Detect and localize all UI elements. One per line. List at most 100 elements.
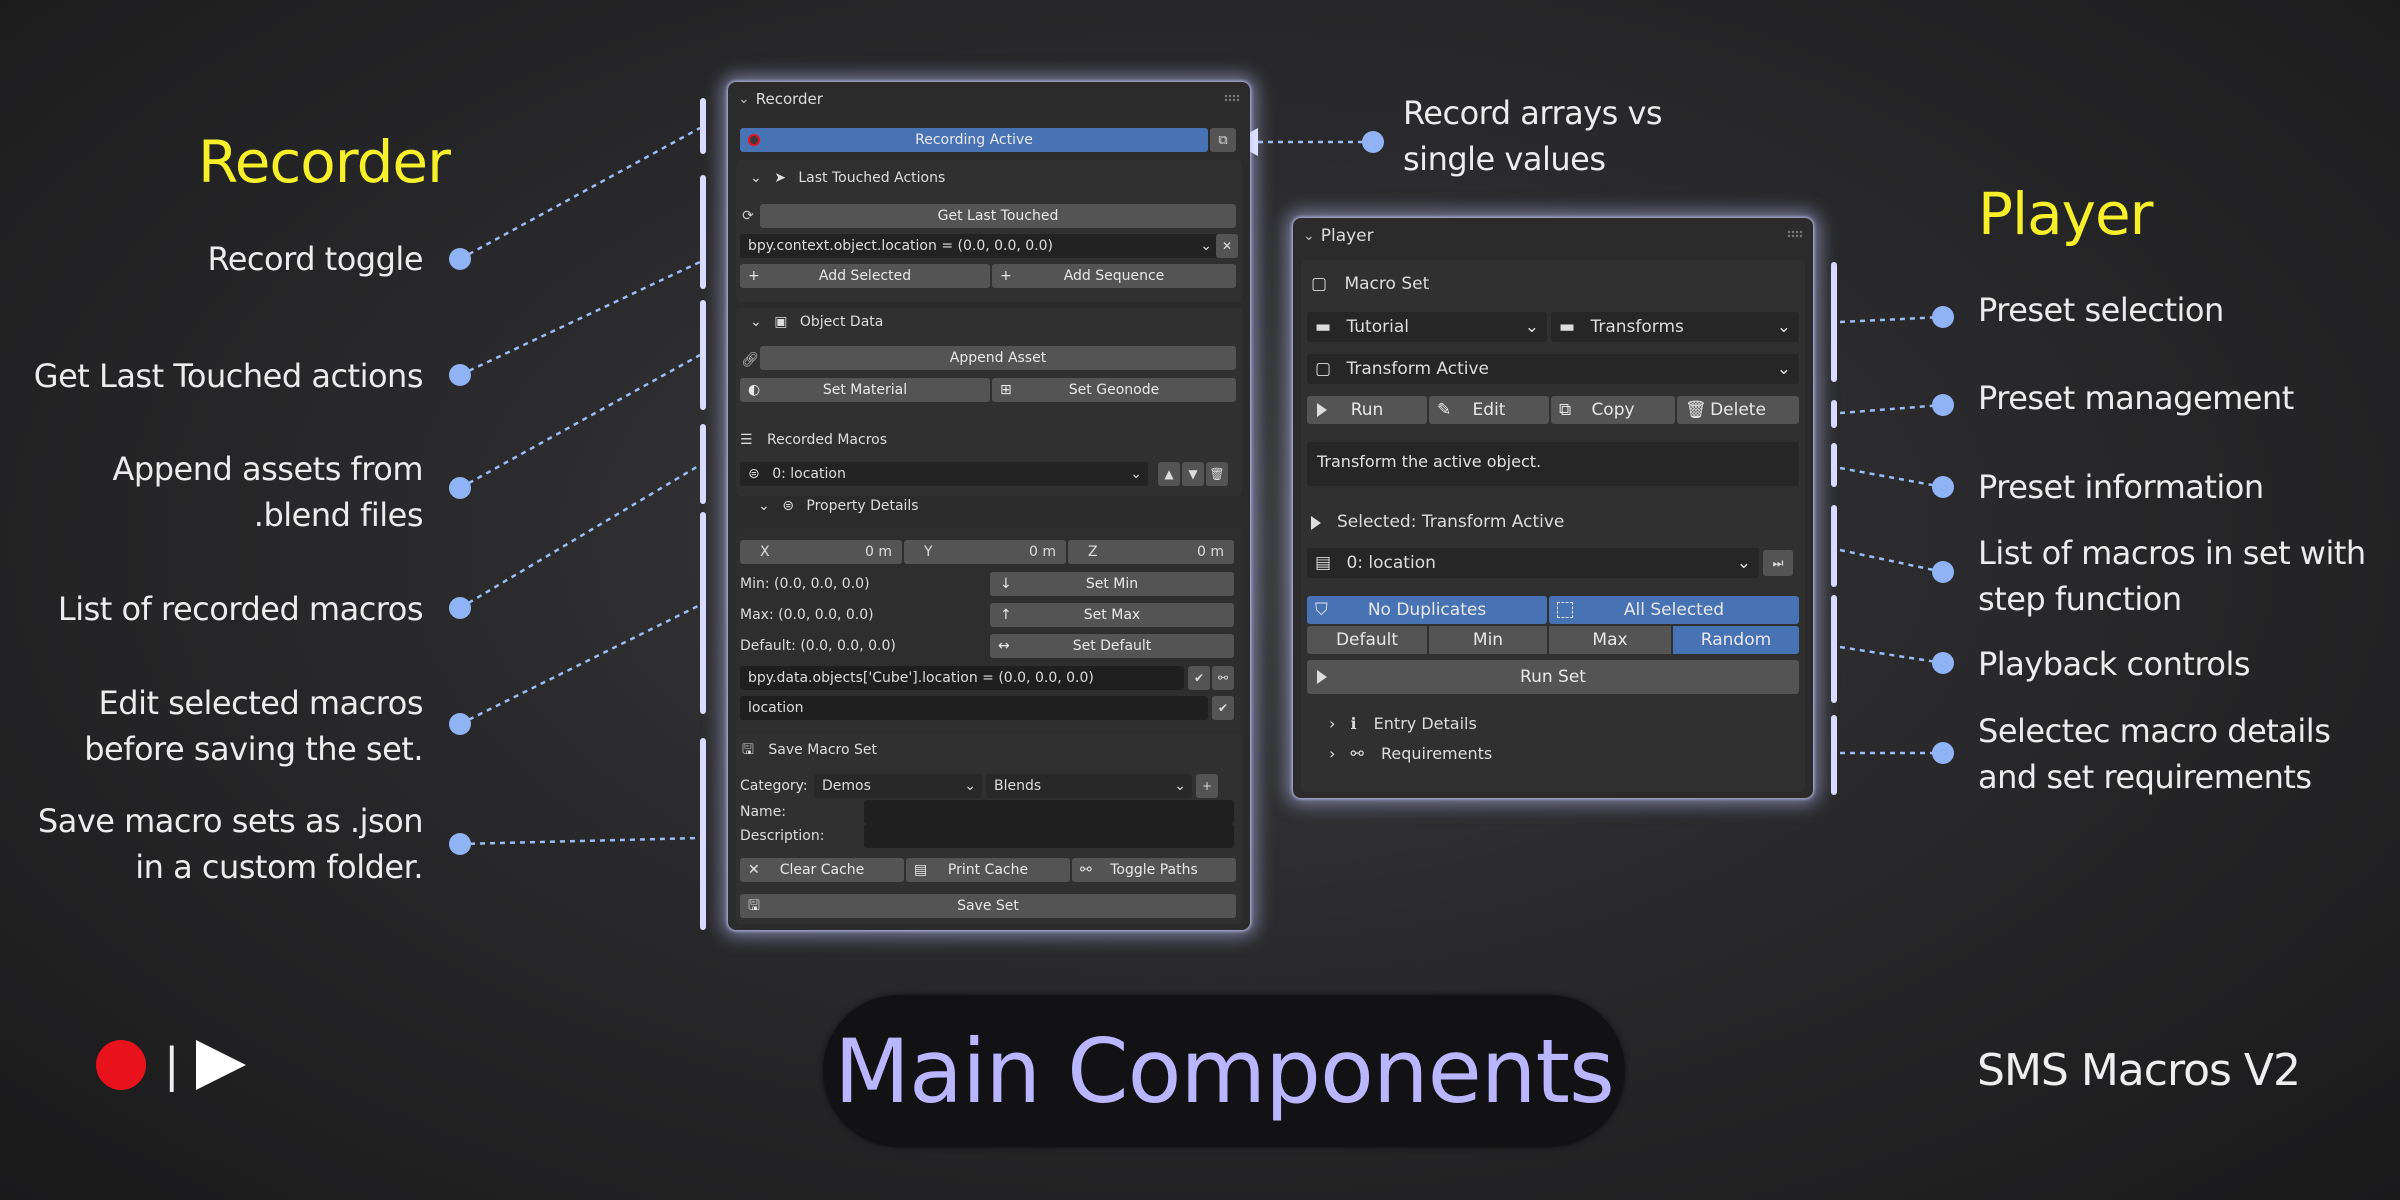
- toggle-paths-button[interactable]: ⚯ Toggle Paths: [1072, 858, 1236, 882]
- chevron-down-icon: ⌄: [750, 170, 762, 186]
- mode-default[interactable]: Default: [1307, 626, 1427, 654]
- arrow-down-icon: ▼: [1188, 467, 1198, 481]
- category-label: Category:: [740, 778, 808, 794]
- append-asset-button[interactable]: Append Asset: [760, 346, 1236, 370]
- chevron-down-icon: ⌄: [1776, 317, 1791, 337]
- step-button[interactable]: ⏭: [1763, 550, 1793, 576]
- data-path-field[interactable]: bpy.data.objects['Cube'].location = (0.0…: [740, 666, 1184, 690]
- document-icon: ▢: [1311, 274, 1328, 294]
- array-icon: ⧉: [1218, 132, 1228, 148]
- macro-list-dropdown[interactable]: ▤ 0: location ⌄: [1307, 548, 1759, 578]
- set-max-button[interactable]: ↑ Set Max: [990, 603, 1234, 627]
- material-icon: ◐: [748, 382, 761, 398]
- annotation-edit-selected: Edit selected macros before saving the s…: [84, 684, 423, 768]
- print-cache-button[interactable]: ▤ Print Cache: [906, 858, 1070, 882]
- move-down-button[interactable]: ▼: [1182, 462, 1204, 486]
- add-selected-button[interactable]: + Add Selected: [740, 264, 990, 288]
- mode-max[interactable]: Max: [1549, 626, 1671, 654]
- recorder-panel: ⌄ Recorder Recording Active ⧉ ⌄ ➤ Last T…: [728, 82, 1250, 930]
- run-button[interactable]: Run: [1307, 396, 1427, 424]
- annotation-preset-selection: Preset selection: [1978, 291, 2224, 329]
- last-touched-dropdown[interactable]: bpy.context.object.location = (0.0, 0.0,…: [740, 234, 1218, 258]
- set-material-button[interactable]: ◐ Set Material: [740, 378, 990, 402]
- player-title: Player: [1320, 226, 1374, 246]
- all-selected-toggle[interactable]: All Selected: [1549, 596, 1799, 624]
- last-touched-header[interactable]: ⌄ ➤ Last Touched Actions: [750, 166, 945, 190]
- confirm-name-button[interactable]: ✔: [1212, 696, 1234, 720]
- min-text: Min: (0.0, 0.0, 0.0): [740, 576, 870, 592]
- category-dropdown[interactable]: Demos ⌄: [814, 774, 982, 798]
- recording-active-toggle[interactable]: Recording Active: [740, 128, 1208, 152]
- toggle-icon: ⊜: [748, 466, 760, 482]
- arrow-down-icon: ↓: [1000, 576, 1012, 592]
- mode-random[interactable]: Random: [1673, 626, 1799, 654]
- macro-name-field[interactable]: location: [740, 696, 1208, 720]
- recorded-macros-list[interactable]: ⊜ 0: location ⌄: [740, 462, 1148, 486]
- recorder-header[interactable]: ⌄ Recorder: [728, 82, 1250, 116]
- folder-icon: ▬: [1559, 317, 1576, 337]
- arrow-up-icon: ↑: [1000, 607, 1012, 623]
- check-icon: ✔: [1217, 701, 1229, 715]
- y-field[interactable]: Y 0 m: [904, 540, 1066, 564]
- pencil-icon: ✎: [1437, 400, 1452, 420]
- set-description-field[interactable]: [864, 824, 1234, 848]
- add-category-button[interactable]: +: [1196, 774, 1218, 798]
- set-geonode-button[interactable]: ⊞ Set Geonode: [992, 378, 1236, 402]
- delete-macro-button[interactable]: 🗑︎: [1206, 462, 1228, 486]
- separator: |: [164, 1038, 180, 1092]
- grip-icon: [1787, 230, 1803, 238]
- edit-button[interactable]: ✎ Edit: [1429, 396, 1549, 424]
- description-label: Description:: [740, 828, 825, 844]
- arrow-up-icon: ▲: [1164, 467, 1174, 481]
- chevron-down-icon: ⌄: [758, 498, 770, 514]
- record-icon: [96, 1040, 146, 1090]
- x-field[interactable]: X 0 m: [740, 540, 902, 564]
- set-selector[interactable]: ▬ Transforms ⌄: [1551, 312, 1799, 342]
- player-heading: Player: [1978, 180, 2153, 248]
- default-text: Default: (0.0, 0.0, 0.0): [740, 638, 896, 654]
- confirm-path-button[interactable]: ✔: [1188, 666, 1210, 690]
- run-set-button[interactable]: Run Set: [1307, 660, 1799, 694]
- annotation-preset-information: Preset information: [1978, 468, 2264, 506]
- copy-button[interactable]: ⧉ Copy: [1551, 396, 1675, 424]
- move-up-button[interactable]: ▲: [1158, 462, 1180, 486]
- main-components-banner: Main Components: [823, 995, 1625, 1147]
- property-details-header[interactable]: ⌄ ⊜ Property Details: [758, 494, 919, 518]
- set-min-button[interactable]: ↓ Set Min: [990, 572, 1234, 596]
- set-name-field[interactable]: [864, 800, 1234, 824]
- category-dropdown-2[interactable]: Blends ⌄: [986, 774, 1192, 798]
- mode-min[interactable]: Min: [1429, 626, 1547, 654]
- set-default-button[interactable]: ↔ Set Default: [990, 634, 1234, 658]
- save-set-button[interactable]: 🖫 Save Set: [740, 894, 1236, 918]
- link-path-button[interactable]: ⚯: [1212, 666, 1234, 690]
- entry-details-header[interactable]: › ℹ Entry Details: [1329, 712, 1477, 736]
- recorded-macros-header: ☰ Recorded Macros: [740, 432, 887, 448]
- category-selector[interactable]: ▬ Tutorial ⌄: [1307, 312, 1547, 342]
- chevron-down-icon: ⌄: [1200, 238, 1212, 254]
- player-panel: ⌄ Player ▢ Macro Set ▬ Tutorial ⌄ ▬ Tran…: [1293, 218, 1813, 798]
- chevron-down-icon: ⌄: [1174, 778, 1186, 794]
- clear-last-touched-button[interactable]: ✕: [1216, 234, 1238, 258]
- console-icon: ▤: [914, 862, 928, 878]
- preset-selector[interactable]: ▢ Transform Active ⌄: [1307, 354, 1799, 384]
- selection-icon: [1557, 602, 1573, 618]
- array-toggle-button[interactable]: ⧉: [1210, 128, 1236, 152]
- folder-icon: ▬: [1315, 317, 1332, 337]
- geonode-icon: ⊞: [1000, 382, 1012, 398]
- player-header[interactable]: ⌄ Player: [1293, 218, 1813, 254]
- z-field[interactable]: Z 0 m: [1068, 540, 1234, 564]
- plus-icon: +: [748, 268, 760, 284]
- requirements-header[interactable]: › ⚯ Requirements: [1329, 742, 1492, 766]
- get-last-touched-wide[interactable]: Get Last Touched: [760, 204, 1236, 228]
- delete-button[interactable]: 🗑︎ Delete: [1677, 396, 1799, 424]
- clear-cache-button[interactable]: ✕ Clear Cache: [740, 858, 904, 882]
- chevron-down-icon: ⌄: [964, 778, 976, 794]
- annotation-playback: Playback controls: [1978, 645, 2251, 683]
- grip-icon: [1224, 94, 1240, 102]
- object-data-header[interactable]: ⌄ ▣ Object Data: [750, 310, 883, 334]
- no-duplicates-toggle[interactable]: ⛉ No Duplicates: [1307, 596, 1547, 624]
- add-sequence-button[interactable]: + Add Sequence: [992, 264, 1236, 288]
- macro-set-header: ▢ Macro Set: [1311, 274, 1430, 294]
- chevron-down-icon: ⌄: [1736, 553, 1751, 573]
- annotation-selected-details: Selectec macro details and set requireme…: [1978, 712, 2331, 796]
